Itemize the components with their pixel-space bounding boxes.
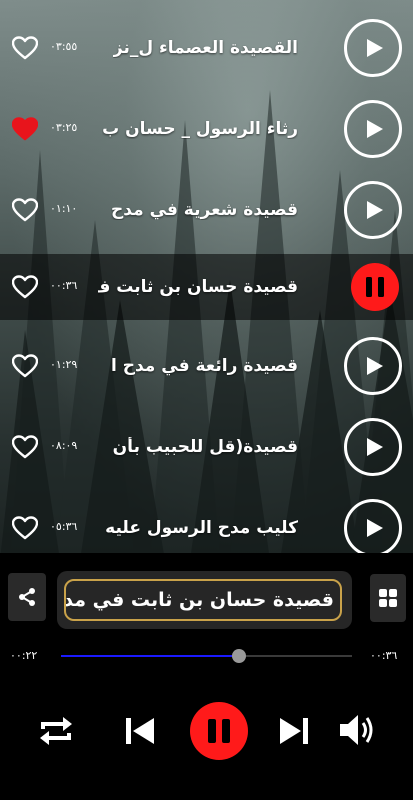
song-row[interactable]: ٠٣:٥٥ القصيدة العصماء ل_نز bbox=[0, 7, 413, 88]
repeat-icon bbox=[40, 717, 72, 745]
pause-icon bbox=[366, 277, 384, 297]
grid-icon bbox=[379, 589, 397, 607]
song-play-button[interactable] bbox=[344, 180, 402, 239]
song-play-button[interactable] bbox=[344, 498, 402, 557]
seek-thumb[interactable] bbox=[231, 649, 246, 663]
elapsed-time: ٠٠:٢٢ bbox=[10, 649, 38, 662]
total-time: ٠٠:٣٦ bbox=[370, 649, 398, 662]
heart-icon bbox=[11, 353, 39, 377]
song-row[interactable]: ٠١:١٠ قصيدة شعرية في مدح bbox=[0, 169, 413, 250]
song-list: ٠٣:٥٥ القصيدة العصماء ل_نز ٠٣:٢٥ رثاء الرسو… bbox=[0, 7, 413, 568]
song-play-button[interactable] bbox=[344, 18, 402, 77]
favorite-button[interactable] bbox=[11, 35, 39, 60]
favorite-button[interactable] bbox=[11, 275, 39, 299]
play-icon bbox=[367, 437, 383, 456]
song-duration: ٠٣:٢٥ bbox=[50, 120, 78, 134]
play-icon bbox=[367, 119, 383, 138]
song-title: قصيدة(قل للحبيب بأن bbox=[112, 436, 298, 457]
skip-previous-icon bbox=[126, 718, 154, 744]
favorite-button[interactable] bbox=[11, 197, 39, 222]
music-player-app: ٠٣:٥٥ القصيدة العصماء ل_نز ٠٣:٢٥ رثاء الرسو… bbox=[0, 0, 413, 800]
share-icon bbox=[19, 588, 35, 606]
pause-button[interactable] bbox=[190, 702, 248, 760]
song-row[interactable]: ٠٨:٠٩ قصيدة(قل للحبيب بأن bbox=[0, 406, 413, 487]
song-row[interactable]: ٠٣:٢٥ رثاء الرسول _ حسان ب bbox=[0, 88, 413, 169]
favorite-button[interactable] bbox=[11, 434, 39, 459]
skip-next-icon bbox=[280, 718, 308, 744]
song-title: قصيدة رائعة في مدح ا bbox=[110, 355, 298, 376]
song-play-button[interactable] bbox=[344, 99, 402, 158]
pause-icon bbox=[208, 719, 230, 743]
song-duration: ٠١:٢٩ bbox=[50, 357, 78, 371]
song-play-button[interactable] bbox=[344, 336, 402, 395]
song-pause-button[interactable] bbox=[351, 263, 399, 311]
repeat-button[interactable] bbox=[36, 711, 76, 751]
song-duration: ٠٨:٠٩ bbox=[50, 438, 78, 452]
heart-icon bbox=[11, 275, 39, 299]
share-button[interactable] bbox=[8, 573, 46, 621]
seek-bar[interactable] bbox=[61, 649, 352, 663]
play-icon bbox=[367, 356, 383, 375]
heart-icon bbox=[11, 35, 39, 59]
song-duration: ٠٥:٣٦ bbox=[50, 519, 78, 533]
heart-icon bbox=[11, 197, 39, 221]
now-playing-title: قصيدة حسان بن ثابت في مدح bbox=[64, 589, 334, 611]
song-title: قصيدة شعرية في مدح bbox=[111, 199, 298, 220]
song-title: رثاء الرسول _ حسان ب bbox=[102, 118, 298, 139]
song-play-button[interactable] bbox=[344, 417, 402, 476]
previous-button[interactable] bbox=[121, 712, 159, 750]
favorite-button[interactable] bbox=[11, 116, 39, 141]
song-duration: ٠٠:٣٦ bbox=[50, 279, 78, 293]
play-icon bbox=[367, 518, 383, 537]
now-playing-panel: قصيدة حسان بن ثابت في مدح bbox=[57, 571, 352, 629]
now-playing-frame: قصيدة حسان بن ثابت في مدح bbox=[64, 579, 342, 621]
song-duration: ٠١:١٠ bbox=[50, 201, 78, 215]
volume-button[interactable] bbox=[337, 710, 377, 750]
song-title: قصيدة حسان بن ثابت ف bbox=[98, 277, 298, 297]
volume-icon bbox=[340, 715, 373, 745]
heart-icon bbox=[11, 116, 39, 140]
favorite-button[interactable] bbox=[11, 515, 39, 540]
song-title: القصيدة العصماء ل_نز bbox=[112, 37, 298, 58]
favorite-button[interactable] bbox=[11, 353, 39, 378]
song-row[interactable]: ٠٠:٣٦ قصيدة حسان بن ثابت ف bbox=[0, 254, 413, 320]
grid-menu-button[interactable] bbox=[370, 574, 406, 622]
song-row[interactable]: ٠١:٢٩ قصيدة رائعة في مدح ا bbox=[0, 325, 413, 406]
song-duration: ٠٣:٥٥ bbox=[50, 39, 78, 53]
heart-icon bbox=[11, 434, 39, 458]
heart-icon bbox=[11, 515, 39, 539]
player-panel: قصيدة حسان بن ثابت في مدح ٠٠:٢٢ ٠٠:٣٦ bbox=[0, 553, 413, 800]
next-button[interactable] bbox=[275, 712, 313, 750]
play-icon bbox=[367, 38, 383, 57]
song-title: كليب مدح الرسول عليه bbox=[105, 517, 298, 538]
play-icon bbox=[367, 200, 383, 219]
seek-progress bbox=[61, 655, 239, 657]
